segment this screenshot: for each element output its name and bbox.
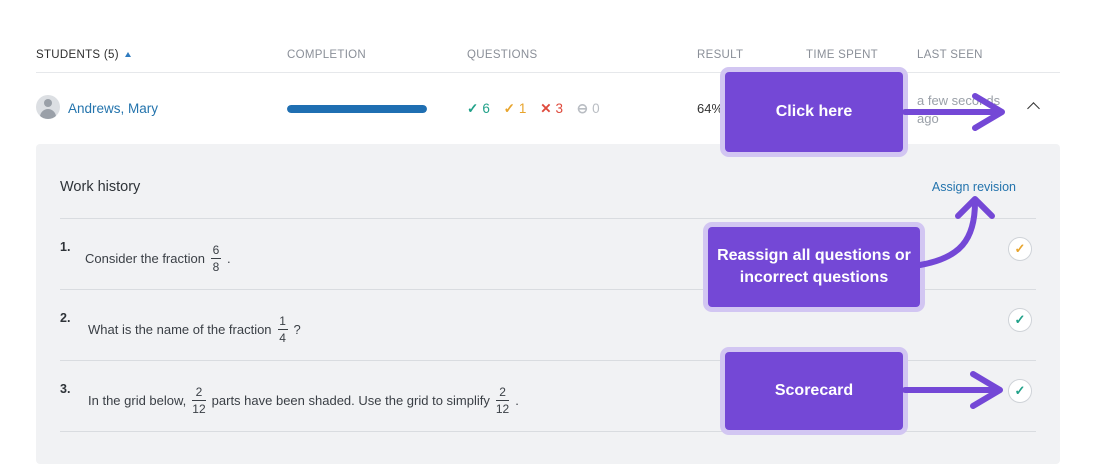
question-stats: ✓ 6 ✓ 1 ✕ 3 ⊖ 0 [467, 101, 610, 117]
last-seen-value: a few seconds ago [917, 93, 1001, 126]
header-divider [36, 72, 1060, 73]
fraction: 68 [210, 243, 221, 274]
student-name-link[interactable]: Andrews, Mary [68, 101, 158, 116]
question-text: Consider the fraction 68 . [85, 243, 231, 274]
click-here-callout: Click here [725, 72, 903, 152]
questions-column-header: QUESTIONS [467, 49, 538, 61]
assign-revision-link[interactable]: Assign revision [932, 180, 1016, 194]
correct-check-icon[interactable]: ✓ [1008, 308, 1032, 332]
minus-circle-icon: ⊖ [576, 101, 589, 116]
cross-icon: ✕ [540, 101, 552, 116]
last-seen-column-header: LAST SEEN [917, 49, 983, 61]
result-value: 64% [697, 101, 724, 116]
fraction: 2 12 [192, 385, 206, 416]
completion-progress-fill [287, 105, 427, 113]
students-column-header[interactable]: STUDENTS (5) [36, 49, 131, 61]
work-history-title: Work history [60, 179, 141, 195]
student-row[interactable]: Andrews, Mary ✓ 6 ✓ 1 ✕ 3 ⊖ 0 64% a few seco… [36, 74, 1060, 144]
partial-check-icon[interactable]: ✓ [1008, 237, 1032, 261]
chevron-up-icon[interactable] [1027, 102, 1040, 115]
correct-count: ✓ 6 [467, 101, 490, 116]
question-number: 3. [60, 382, 71, 396]
correct-check-icon[interactable]: ✓ [1008, 379, 1032, 403]
time-spent-column-header: TIME SPENT [806, 49, 879, 61]
completion-column-header: COMPLETION [287, 49, 367, 61]
skipped-count: ⊖ 0 [576, 101, 600, 116]
question-text: What is the name of the fraction 14 ? [88, 314, 301, 345]
scorecard-callout: Scorecard [725, 352, 903, 430]
check-icon: ✓ [467, 101, 479, 116]
result-column-header: RESULT [697, 49, 744, 61]
avatar [36, 95, 60, 119]
check-icon: ✓ [503, 101, 515, 116]
question-number: 2. [60, 311, 71, 325]
question-text: In the grid below, 2 12 parts have been s… [88, 385, 519, 416]
incorrect-count: ✕ 3 [540, 101, 564, 116]
question-number: 1. [60, 240, 71, 254]
reassign-callout: Reassign all questions or incorrect ques… [708, 227, 920, 307]
completion-progress-bar [287, 105, 427, 113]
divider [60, 431, 1036, 432]
fraction: 14 [277, 314, 288, 345]
fraction: 2 12 [495, 385, 510, 416]
table-header: STUDENTS (5) COMPLETION QUESTIONS RESULT… [36, 49, 1060, 73]
partial-count: ✓ 1 [503, 101, 527, 116]
sort-ascending-icon [124, 52, 131, 57]
